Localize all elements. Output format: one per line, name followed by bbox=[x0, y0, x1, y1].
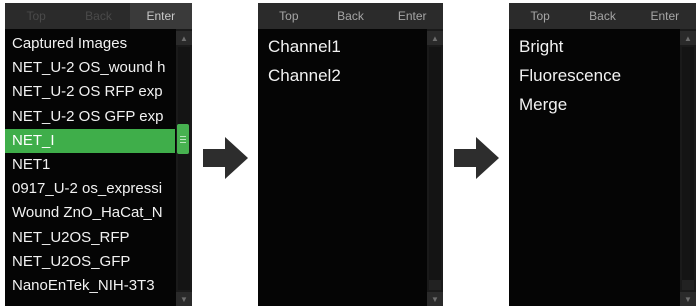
list-item[interactable]: NET_U2OS_RFP bbox=[5, 226, 175, 250]
tab-top[interactable]: Top bbox=[5, 3, 67, 29]
scrollbar-lower-track[interactable] bbox=[682, 280, 694, 290]
channel-list: Channel1 Channel2 bbox=[258, 32, 426, 90]
view-mode-list: Bright Fluorescence Merge bbox=[509, 32, 679, 119]
vertical-scrollbar[interactable]: ▲ ▼ bbox=[176, 29, 192, 306]
tab-back[interactable]: Back bbox=[320, 3, 382, 29]
list-item[interactable]: NanoEnTek_NIH-3T3 bbox=[5, 274, 175, 298]
scroll-down-icon[interactable]: ▼ bbox=[176, 292, 192, 306]
scroll-down-icon[interactable]: ▼ bbox=[680, 292, 696, 306]
tab-top[interactable]: Top bbox=[509, 3, 571, 29]
scroll-up-icon[interactable]: ▲ bbox=[427, 31, 443, 45]
scrollbar-track[interactable] bbox=[682, 47, 694, 290]
scrollbar-thumb[interactable] bbox=[177, 124, 189, 154]
folder-list: Captured Images NET_U-2 OS_wound h NET_U… bbox=[5, 32, 175, 298]
tab-enter[interactable]: Enter bbox=[381, 3, 443, 29]
tab-back[interactable]: Back bbox=[67, 3, 129, 29]
right-arrow-icon bbox=[203, 137, 248, 179]
list-item[interactable]: Captured Images bbox=[5, 32, 175, 56]
nav-tab-bar: Top Back Enter bbox=[258, 3, 443, 29]
list-item[interactable]: NET1 bbox=[5, 153, 175, 177]
list-item[interactable]: NET_U-2 OS GFP exp bbox=[5, 105, 175, 129]
vertical-scrollbar[interactable]: ▲ ▼ bbox=[680, 29, 696, 306]
nav-tab-bar: Top Back Enter bbox=[5, 3, 192, 29]
scrollbar-track[interactable] bbox=[429, 47, 441, 290]
list-item-selected[interactable]: NET_I bbox=[5, 128, 175, 153]
scroll-down-icon[interactable]: ▼ bbox=[427, 292, 443, 306]
tab-back[interactable]: Back bbox=[571, 3, 633, 29]
file-browser-panel: Top Back Enter Captured Images NET_U-2 O… bbox=[5, 3, 192, 306]
scroll-up-icon[interactable]: ▲ bbox=[680, 31, 696, 45]
list-item[interactable]: Channel2 bbox=[258, 61, 426, 90]
list-item[interactable]: Channel1 bbox=[258, 32, 426, 61]
vertical-scrollbar[interactable]: ▲ ▼ bbox=[427, 29, 443, 306]
channel-panel: Top Back Enter Channel1 Channel2 ▲ ▼ bbox=[258, 3, 443, 306]
list-item[interactable]: Wound ZnO_HaCat_N bbox=[5, 201, 175, 225]
list-item[interactable]: Merge bbox=[509, 90, 679, 119]
nav-tab-bar: Top Back Enter bbox=[509, 3, 696, 29]
scrollbar-track[interactable] bbox=[178, 47, 190, 290]
list-item[interactable]: 0917_U-2 os_expressi bbox=[5, 177, 175, 201]
list-item[interactable]: NET_U-2 OS_wound h bbox=[5, 56, 175, 80]
list-item[interactable]: NET_U2OS_GFP bbox=[5, 250, 175, 274]
right-arrow-icon bbox=[454, 137, 499, 179]
list-item[interactable]: Fluorescence bbox=[509, 61, 679, 90]
list-item[interactable]: Bright bbox=[509, 32, 679, 61]
view-mode-panel: Top Back Enter Bright Fluorescence Merge… bbox=[509, 3, 696, 306]
list-item[interactable]: NET_U-2 OS RFP exp bbox=[5, 80, 175, 104]
tab-top[interactable]: Top bbox=[258, 3, 320, 29]
tab-enter[interactable]: Enter bbox=[129, 3, 192, 29]
scroll-up-icon[interactable]: ▲ bbox=[176, 31, 192, 45]
tab-enter[interactable]: Enter bbox=[634, 3, 696, 29]
scrollbar-lower-track[interactable] bbox=[429, 280, 441, 290]
